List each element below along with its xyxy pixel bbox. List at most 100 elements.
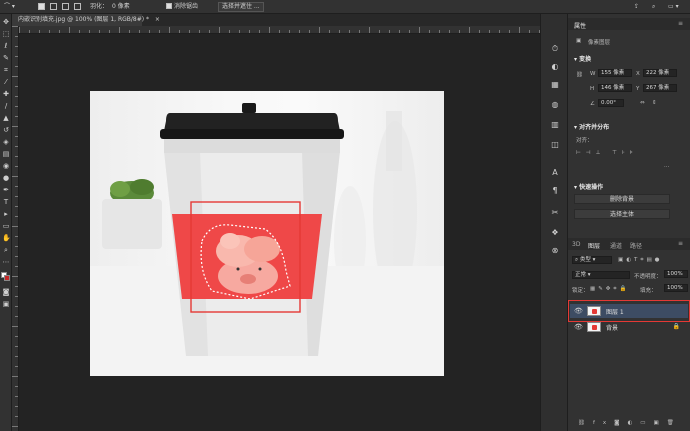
- document-tab[interactable]: 内嵌识别填充.jpg @ 100% (图层 1, RGB/8#) * ×: [12, 14, 160, 26]
- character-icon[interactable]: A: [550, 168, 560, 178]
- ruler-tick: [349, 30, 350, 33]
- gradient-tool-icon[interactable]: ▤: [2, 150, 10, 158]
- intersect-selection-icon[interactable]: [74, 3, 81, 10]
- search-icon[interactable]: ⌕: [652, 2, 655, 12]
- document-image[interactable]: [90, 91, 444, 376]
- history-brush-icon[interactable]: ↺: [2, 126, 10, 134]
- zoom-tool-icon[interactable]: ⌕: [2, 246, 10, 254]
- ruler-tick: [529, 30, 530, 33]
- y-field[interactable]: 267 像素: [643, 84, 677, 92]
- lasso-tool-icon[interactable]: ℓ: [2, 42, 10, 50]
- ruler-tick: [15, 206, 18, 207]
- ruler-tick: [249, 30, 250, 33]
- angle-field[interactable]: 0.00°: [598, 99, 624, 107]
- more-tools-icon[interactable]: ⋯: [2, 258, 10, 266]
- tab-paths[interactable]: 路径: [630, 241, 642, 250]
- libraries-icon[interactable]: ▥: [550, 120, 560, 130]
- path-select-icon[interactable]: ▸: [2, 210, 10, 218]
- stamp-tool-icon[interactable]: ▲: [2, 114, 10, 122]
- ruler-tick: [15, 316, 18, 317]
- screen-mode-icon[interactable]: ▣: [2, 300, 10, 308]
- subtract-selection-icon[interactable]: [62, 3, 69, 10]
- ruler-tick: [519, 27, 520, 33]
- kind-filter[interactable]: ⌕ 类型 ▾: [572, 256, 612, 264]
- panel-menu-icon[interactable]: ≡: [678, 20, 683, 27]
- pen-tool-icon[interactable]: ✒: [2, 186, 10, 194]
- antialias-checkbox[interactable]: 消除锯齿: [166, 2, 198, 12]
- tab-properties[interactable]: 属性: [574, 21, 586, 30]
- visibility-eye-icon[interactable]: 👁: [574, 323, 583, 331]
- width-field[interactable]: 155 像素: [598, 69, 632, 77]
- color-icon[interactable]: ◐: [550, 62, 560, 72]
- close-tab-icon[interactable]: ×: [155, 16, 160, 23]
- tab-layers[interactable]: 图层: [588, 241, 600, 250]
- lock-icons[interactable]: ▦✎✥⌗🔒: [590, 286, 629, 293]
- ruler-tick: [449, 30, 450, 33]
- select-subject-button[interactable]: 选择主体: [574, 209, 670, 219]
- tool-presets-icon[interactable]: ✂: [550, 208, 560, 218]
- share-icon[interactable]: ⇪: [634, 2, 639, 12]
- fill-field[interactable]: 100%: [664, 284, 688, 292]
- layer-row-2[interactable]: 👁 背景 🔒: [570, 320, 688, 334]
- blend-mode-select[interactable]: 正常 ▾: [572, 271, 630, 279]
- select-mask-button[interactable]: 选择并遮住 ...: [218, 2, 264, 12]
- blur-tool-icon[interactable]: ◉: [2, 162, 10, 170]
- healing-brush-icon[interactable]: ✚: [2, 90, 10, 98]
- tab-3d[interactable]: 3D: [572, 241, 580, 248]
- ruler-tick: [489, 30, 490, 33]
- crop-tool-icon[interactable]: ⌗: [2, 66, 10, 74]
- quick-select-icon[interactable]: ✎: [2, 54, 10, 62]
- add-selection-icon[interactable]: [50, 3, 57, 10]
- ruler-tick: [12, 376, 18, 377]
- background-color-swatch[interactable]: [4, 275, 10, 281]
- move-tool-icon[interactable]: ✥: [2, 18, 10, 26]
- brush-tool-icon[interactable]: /: [2, 102, 10, 110]
- blend-mode-value: 正常: [575, 272, 587, 278]
- link-icon[interactable]: ⛓: [576, 72, 583, 78]
- new-selection-icon[interactable]: [38, 3, 45, 10]
- align-buttons[interactable]: ⊢⊣⊥ ⊤⊦⊧: [576, 150, 638, 156]
- lasso-icon[interactable]: ⌒ ▾: [4, 2, 15, 12]
- swatches-icon[interactable]: ▦: [550, 80, 560, 90]
- layer-highlight-box: [568, 300, 690, 322]
- type-tool-icon[interactable]: T: [2, 198, 10, 206]
- height-field[interactable]: 146 像素: [598, 84, 632, 92]
- layer-actions[interactable]: ⛓fx◙◐▭▣🗑: [578, 420, 682, 426]
- more-options-icon[interactable]: ⋯: [664, 164, 670, 170]
- hand-tool-icon[interactable]: ✋: [2, 234, 11, 242]
- quick-mask-icon[interactable]: ◙: [2, 288, 10, 296]
- learn-icon[interactable]: ◫: [550, 140, 560, 150]
- dodge-tool-icon[interactable]: ●: [2, 174, 10, 182]
- paragraph-icon[interactable]: ¶: [550, 186, 560, 196]
- ruler-tick: [12, 226, 18, 227]
- adjustments-icon[interactable]: ◍: [550, 100, 560, 110]
- brush-settings-icon[interactable]: ❖: [550, 228, 560, 238]
- transform-title-text: 变换: [579, 56, 592, 63]
- x-field[interactable]: 222 像素: [643, 69, 677, 77]
- filter-icons[interactable]: ▣◐T⌗▤●: [618, 257, 662, 264]
- ruler-tick: [439, 30, 440, 33]
- cup-photo-illustration: [90, 103, 444, 376]
- ruler-tick: [469, 27, 470, 33]
- pixel-layer-label: 像素图层: [588, 40, 611, 46]
- layers-menu-icon[interactable]: ≡: [678, 240, 683, 247]
- ruler-tick: [15, 166, 18, 167]
- eyedropper-icon[interactable]: ⁄: [2, 78, 10, 86]
- flip-horizontal-icon[interactable]: ⇔: [640, 100, 645, 106]
- marquee-tool-icon[interactable]: ⬚: [2, 30, 10, 38]
- lock-icon: 🔒: [672, 323, 680, 330]
- remove-background-button[interactable]: 删除背景: [574, 194, 670, 204]
- vertical-ruler: [12, 26, 19, 431]
- opacity-field[interactable]: 100%: [664, 270, 688, 278]
- feather-field[interactable]: 0 像素: [112, 2, 130, 12]
- ruler-tick: [279, 30, 280, 33]
- tab-channels[interactable]: 通道: [610, 241, 622, 250]
- shape-tool-icon[interactable]: ▭: [2, 222, 10, 230]
- flip-vertical-icon[interactable]: ⇕: [652, 100, 657, 106]
- eraser-icon[interactable]: ◈: [2, 138, 10, 146]
- workspace-icon[interactable]: ▭ ▾: [668, 2, 679, 12]
- layer-name[interactable]: 背景: [606, 323, 618, 332]
- history-icon[interactable]: ⏱: [550, 44, 560, 54]
- paths-icon[interactable]: ⊗: [550, 246, 560, 256]
- ruler-tick: [12, 126, 18, 127]
